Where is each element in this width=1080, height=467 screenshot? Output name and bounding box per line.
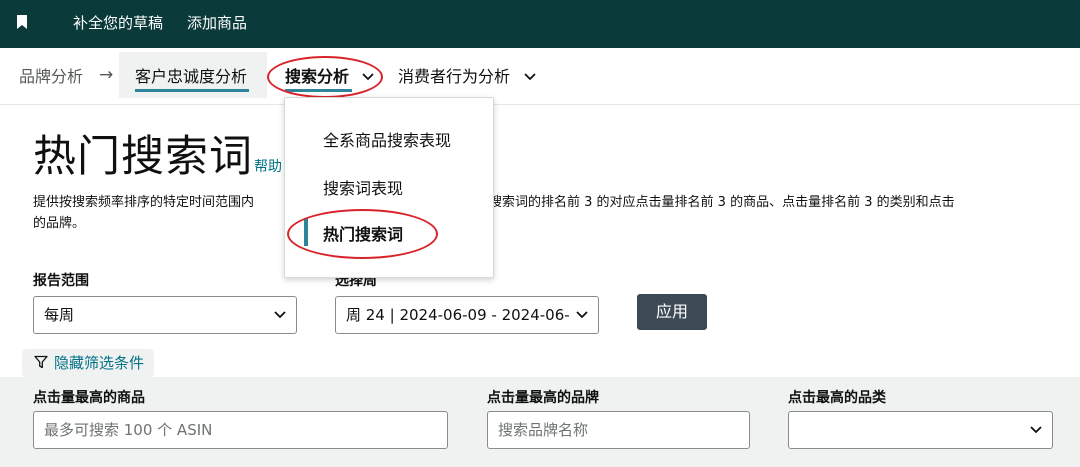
nav-tab-consumer-behavior[interactable]: 消费者行为分析 [398, 66, 510, 88]
hide-filters-label: 隐藏筛选条件 [54, 354, 145, 372]
nav-tab-customer-loyalty[interactable]: 客户忠诚度分析 [135, 66, 247, 88]
chevron-down-icon [1030, 426, 1042, 434]
breadcrumb-arrow-icon: → [99, 65, 114, 85]
menu-item-all-products-search[interactable]: 全系商品搜索表现 [323, 130, 451, 152]
week-select[interactable]: 周 24 | 2024-06-09 - 2024-06- [335, 296, 599, 334]
chevron-down-icon [274, 311, 286, 319]
description-text: 提供按搜索频率排序的特定时间范围内 [33, 195, 255, 210]
description-text: 了每个搜索词的排名前 3 的对应点击量排名前 3 的商品、点击量排名前 3 的类… [450, 195, 955, 210]
page-title: 热门搜索词 [33, 132, 253, 182]
menu-item-search-term-performance[interactable]: 搜索词表现 [323, 178, 403, 200]
help-link[interactable]: 帮助 [254, 156, 282, 176]
complete-drafts-link[interactable]: 补全您的草稿 [73, 13, 163, 33]
chevron-down-icon[interactable] [524, 73, 536, 81]
annotation-circle [287, 209, 438, 259]
filter-icon [34, 355, 48, 369]
top-brand-input[interactable]: 搜索品牌名称 [487, 411, 750, 449]
report-range-select[interactable]: 每周 [33, 296, 297, 334]
week-value: 周 24 | 2024-06-09 - 2024-06- [346, 306, 570, 324]
apply-button[interactable]: 应用 [637, 294, 707, 330]
tab-underline [135, 89, 249, 92]
top-brand-label: 点击量最高的品牌 [487, 390, 599, 406]
description-text: 的品牌。 [33, 216, 86, 231]
page-description: 提供按搜索频率排序的特定时间范围内 了每个搜索词的排名前 3 的对应点击量排名前 … [33, 192, 1080, 234]
annotation-circle [267, 56, 383, 98]
bookmark-icon[interactable] [17, 15, 27, 29]
top-product-label: 点击量最高的商品 [33, 390, 145, 406]
report-range-label: 报告范围 [33, 273, 89, 289]
add-product-link[interactable]: 添加商品 [187, 13, 247, 33]
top-category-label: 点击最高的品类 [788, 390, 886, 406]
top-bar: 补全您的草稿 添加商品 [0, 0, 1080, 48]
top-category-select[interactable] [788, 411, 1053, 449]
chevron-down-icon [576, 311, 588, 319]
top-product-input[interactable]: 最多可搜索 100 个 ASIN [33, 411, 448, 449]
breadcrumb-brand-analytics[interactable]: 品牌分析 [19, 66, 83, 88]
report-range-value: 每周 [44, 306, 75, 324]
hide-filters-toggle[interactable]: 隐藏筛选条件 [22, 349, 155, 377]
